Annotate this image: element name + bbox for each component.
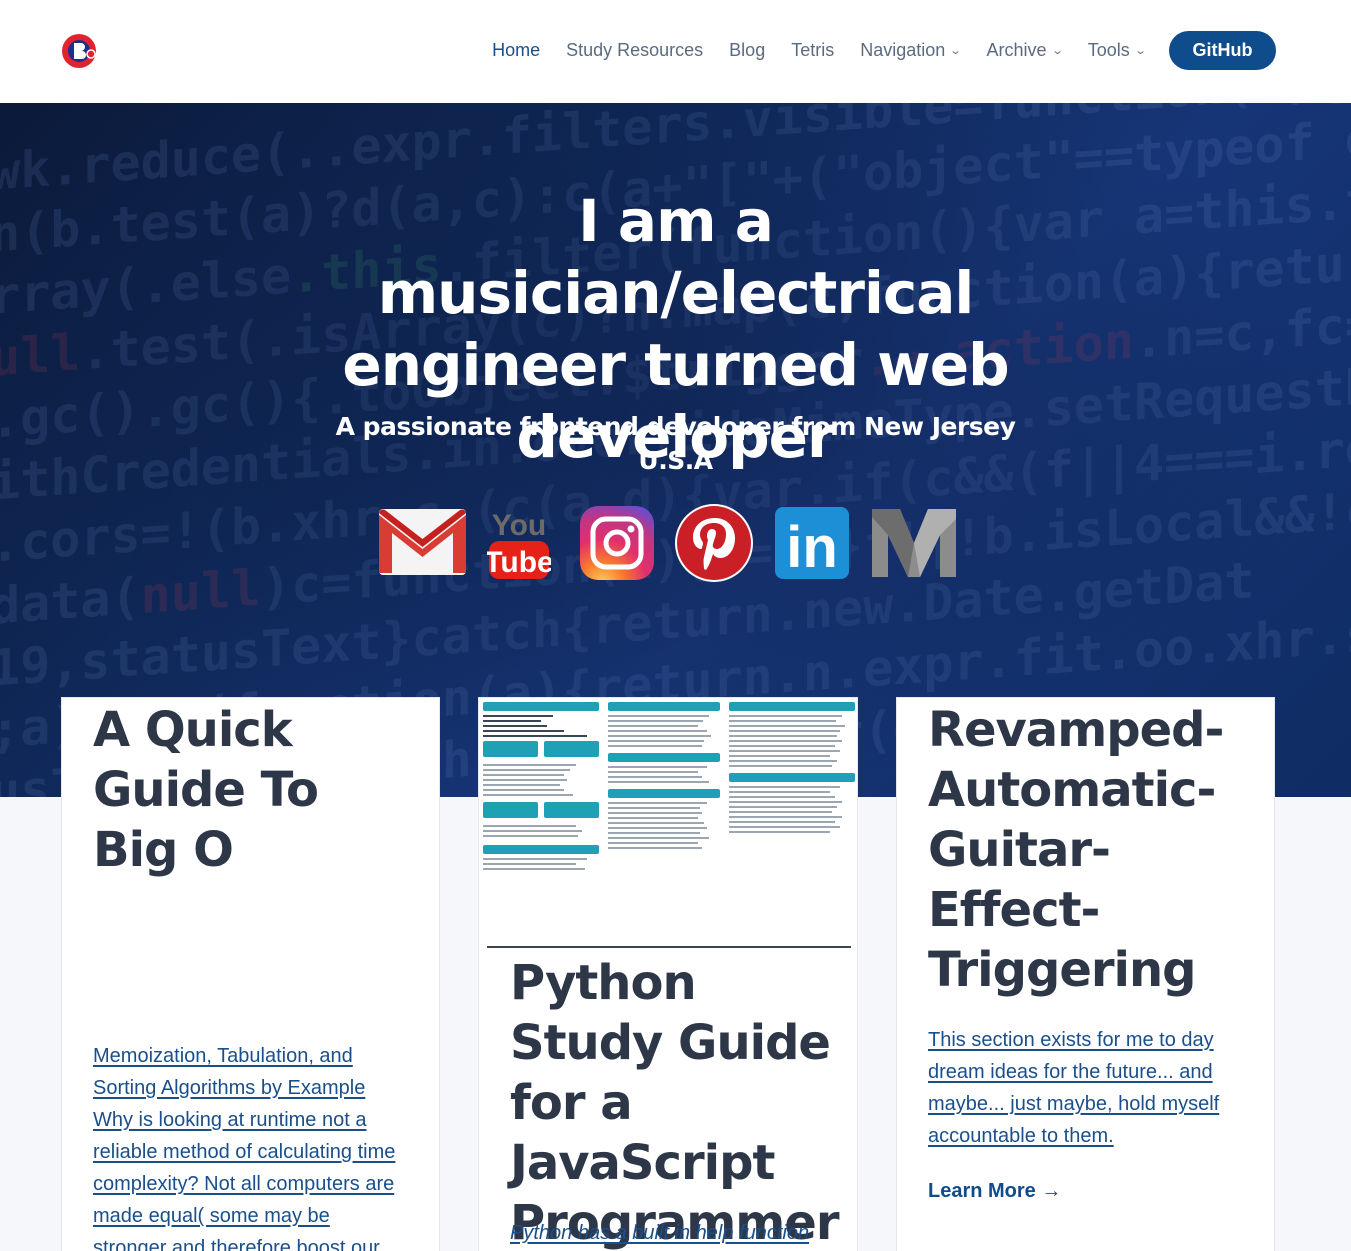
youtube-icon[interactable]: You Tube	[484, 505, 554, 586]
chevron-down-icon: ⌄	[949, 44, 963, 57]
chevron-down-icon: ⌄	[1133, 44, 1147, 57]
nav-archive[interactable]: Archive ⌄	[986, 39, 1064, 61]
medium-icon[interactable]	[870, 505, 958, 584]
nav-tools[interactable]: Tools ⌄	[1087, 39, 1147, 61]
post-card-python-guide: Python Study Guide for a JavaScript Prog…	[478, 697, 858, 1251]
pinterest-icon[interactable]	[674, 503, 754, 588]
nav-blog-label: Blog	[729, 39, 766, 60]
card-excerpt-link[interactable]: This section exists for me to day dream …	[928, 1024, 1223, 1152]
linkedin-icon[interactable]: in	[775, 507, 849, 584]
card-title[interactable]: Python Study Guide for a JavaScript Prog…	[510, 953, 840, 1251]
card-excerpt-link[interactable]: Python has a built in help function	[510, 1217, 830, 1249]
instagram-icon[interactable]	[580, 506, 654, 585]
site-header: Home Study Resources Blog Tetris Navigat…	[0, 0, 1351, 103]
nav-navigation-label: Navigation	[860, 39, 946, 60]
nav-blog[interactable]: Blog	[729, 40, 765, 61]
nav-tetris-label: Tetris	[791, 39, 835, 60]
chevron-down-icon: ⌄	[1050, 44, 1064, 57]
hero-section: rwk.reduce(..expr.filters.visible=functi…	[0, 103, 1351, 797]
card-title[interactable]: Revamped-Automatic-Guitar-Effect-Trigger…	[928, 700, 1228, 1000]
post-card-big-o: A Quick Guide To Big O Memoization, Tabu…	[61, 697, 440, 1251]
nav-tools-label: Tools	[1087, 39, 1130, 60]
social-links: You Tube in	[0, 501, 1351, 584]
learn-more-link[interactable]: Learn More →	[928, 1180, 1061, 1203]
youtube-tube-text: Tube	[487, 546, 551, 579]
linkedin-in-text: in	[786, 515, 838, 579]
python-cheatsheet-image[interactable]	[479, 698, 857, 951]
site-logo[interactable]	[60, 32, 98, 70]
nav-home[interactable]: Home	[492, 40, 540, 61]
card-excerpt-link[interactable]: Memoization, Tabulation, and Sorting Alg…	[93, 1040, 408, 1251]
card-title[interactable]: A Quick Guide To Big O	[93, 700, 413, 880]
nav-archive-label: Archive	[986, 39, 1047, 60]
nav-home-label: Home	[492, 39, 541, 60]
github-button[interactable]: GitHub	[1169, 30, 1276, 70]
hero-subtitle: A passionate frontend developer from New…	[335, 412, 1016, 475]
post-card-guitar-effect: Revamped-Automatic-Guitar-Effect-Trigger…	[896, 697, 1275, 1251]
youtube-you-text: You	[492, 509, 546, 542]
nav-study-resources-label: Study Resources	[566, 39, 704, 60]
nav-tetris[interactable]: Tetris	[791, 40, 834, 61]
nav-study-resources[interactable]: Study Resources	[566, 40, 703, 61]
main-nav: Home Study Resources Blog Tetris Navigat…	[466, 30, 1276, 70]
gmail-icon[interactable]	[377, 507, 468, 582]
nav-navigation[interactable]: Navigation ⌄	[860, 39, 963, 61]
